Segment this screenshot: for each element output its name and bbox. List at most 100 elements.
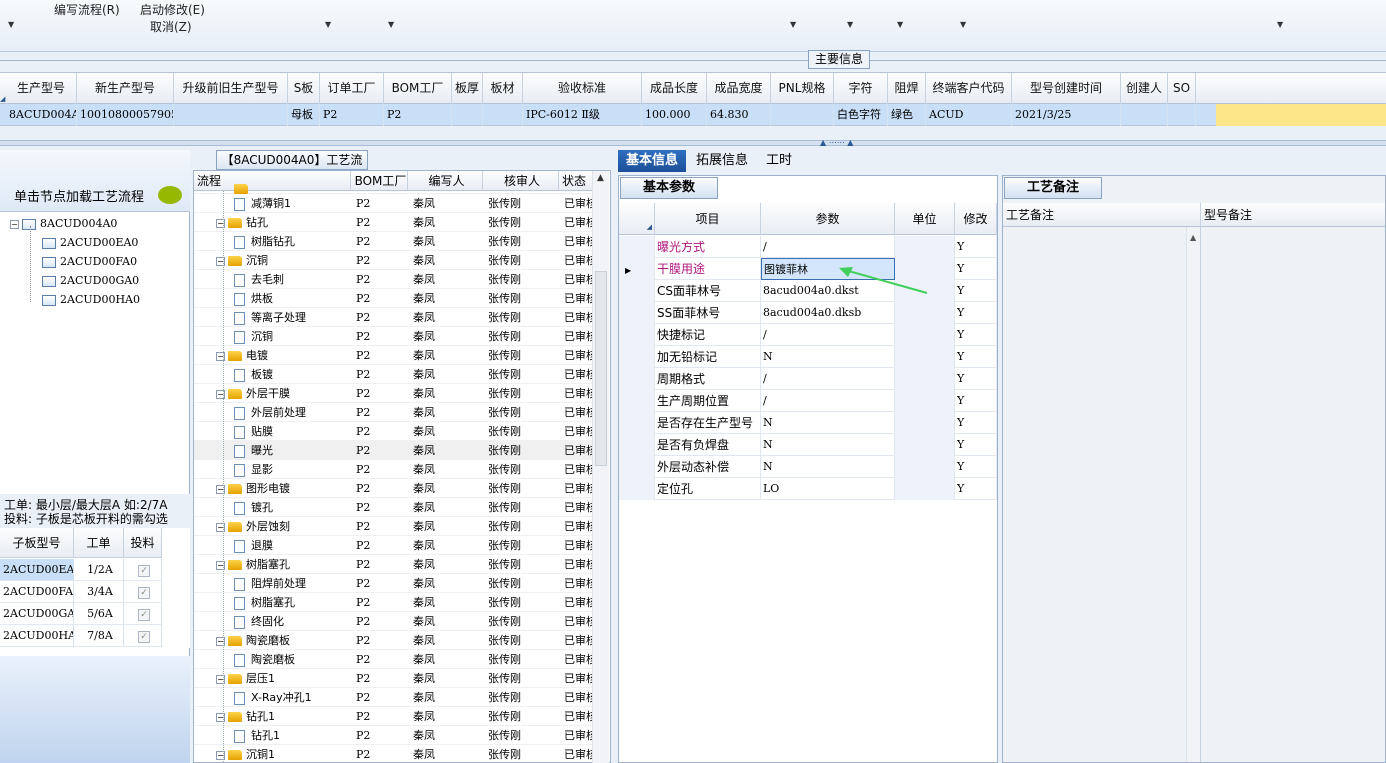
process-group-row[interactable]: − 沉铜1 P2 秦凤 张传刚 已审核 [194,745,597,762]
param-value-cell[interactable]: / [761,368,895,390]
row-selector[interactable] [619,368,655,390]
sub-model-cell[interactable]: 2ACUD00HA0 [0,625,74,647]
process-step-row[interactable]: 板镀 P2 秦凤 张传刚 已审核 [194,365,597,384]
process-group-row[interactable]: − 钻孔1 P2 秦凤 张传刚 已审核 [194,707,597,726]
splitter-grip-icon[interactable]: ▲ ⋯⋯ ▲ [820,138,853,147]
tree-node[interactable]: 2ACUD00FA0 [42,252,137,271]
process-step-row[interactable]: 树脂塞孔 P2 秦凤 张传刚 已审核 [194,593,597,612]
grid-cell[interactable]: 母板 [288,104,320,126]
dropdown-icon[interactable]: ▼ [960,20,966,29]
feed-checkbox[interactable]: ✓ [138,609,150,621]
grid-cell[interactable] [483,104,523,126]
process-scrollbar[interactable]: ▲ [592,171,609,763]
row-selector[interactable] [619,346,655,368]
grid-cell[interactable] [174,104,288,126]
sub-model-cell[interactable]: 2ACUD00GA0 [0,603,74,625]
param-row[interactable]: 是否有负焊盘 N Y [619,434,997,456]
grid-cell[interactable]: 绿色 [888,104,926,126]
dropdown-icon[interactable]: ▼ [790,20,796,29]
sub-column-header[interactable]: 投料 [124,528,162,558]
grid-cell[interactable]: 8ACUD004A0 [6,104,77,126]
column-header[interactable]: 字符 [834,73,888,104]
param-unit-cell[interactable] [895,302,955,324]
column-header[interactable]: 板厚 [452,73,483,104]
param-row[interactable]: ▶ 干膜用途 图镀菲林 Y [619,258,997,280]
sub-order-cell[interactable]: 3/4A [74,581,124,603]
collapse-icon[interactable]: − [10,219,19,229]
process-step-row[interactable]: 显影 P2 秦凤 张传刚 已审核 [194,460,597,479]
process-step-row[interactable]: 钻孔1 P2 秦凤 张传刚 已审核 [194,726,597,745]
process-group-row[interactable]: − 沉铜 P2 秦凤 张传刚 已审核 [194,251,597,270]
feed-checkbox[interactable]: ✓ [138,565,150,577]
param-value-cell[interactable]: / [761,236,895,258]
grid-cell[interactable]: 白色字符 [834,104,888,126]
sub-column-header[interactable]: 工单 [74,528,124,558]
param-unit-cell[interactable] [895,456,955,478]
process-group-row[interactable]: − 电镀 P2 秦凤 张传刚 已审核 [194,346,597,365]
row-selector[interactable] [619,390,655,412]
column-header[interactable]: BOM工厂 [384,73,452,104]
param-unit-cell[interactable] [895,412,955,434]
tab-work-hours[interactable]: 工时 [758,150,800,172]
sub-model-cell[interactable]: 2ACUD00EA0 [0,559,74,581]
column-header[interactable]: 阻焊 [888,73,926,104]
tree-node[interactable]: 2ACUD00GA0 [42,271,139,290]
grid-cell[interactable]: 64.830 [707,104,771,126]
column-header[interactable]: 验收标准 [523,73,642,104]
param-row[interactable]: 快捷标记 / Y [619,324,997,346]
column-header[interactable]: 终端客户代码 [926,73,1012,104]
param-value-cell[interactable]: N [761,412,895,434]
param-row[interactable]: 曝光方式 / Y [619,236,997,258]
tree-root-node[interactable]: − 8ACUD004A0 [10,214,117,233]
grid-cell[interactable]: P2 [384,104,452,126]
main-grid-row[interactable]: 8ACUD004A010010800057905母板P2P2IPC-6012 Ⅱ… [0,104,1386,126]
grid-cell[interactable]: 10010800057905 [77,104,174,126]
grid-cell[interactable]: ACUD [926,104,1012,126]
grid-cell[interactable]: IPC-6012 Ⅱ级 [523,104,642,126]
process-step-row[interactable]: 终固化 P2 秦凤 张传刚 已审核 [194,612,597,631]
feed-checkbox[interactable]: ✓ [138,587,150,599]
param-unit-cell[interactable] [895,390,955,412]
param-row[interactable]: 生产周期位置 / Y [619,390,997,412]
tab-extended-info[interactable]: 拓展信息 [688,150,756,172]
process-step-row[interactable]: 等离子处理 P2 秦凤 张传刚 已审核 [194,308,597,327]
process-group-row[interactable]: − 层压1 P2 秦凤 张传刚 已审核 [194,669,597,688]
param-column-header[interactable]: 项目 [655,203,761,235]
param-value-cell[interactable]: N [761,456,895,478]
sub-model-cell[interactable]: 2ACUD00FA0 [0,581,74,603]
tab-basic-params[interactable]: 基本参数 [620,177,718,199]
column-header[interactable]: 创建人 [1121,73,1168,104]
column-header[interactable]: 成品长度 [642,73,707,104]
row-selector[interactable] [619,236,655,258]
param-value-cell[interactable]: N [761,346,895,368]
tree-node[interactable]: 2ACUD00HA0 [42,290,140,309]
row-selector[interactable] [619,434,655,456]
process-step-row[interactable]: 贴膜 P2 秦凤 张传刚 已审核 [194,422,597,441]
row-selector[interactable] [619,412,655,434]
start-modify-button[interactable]: 启动修改(E) [140,1,205,18]
sub-order-cell[interactable]: 7/8A [74,625,124,647]
row-selector[interactable] [619,280,655,302]
process-step-row[interactable]: 烘板 P2 秦凤 张传刚 已审核 [194,289,597,308]
column-header[interactable]: 生产型号 [6,73,77,104]
grid-cell[interactable] [771,104,834,126]
tree-node[interactable]: 2ACUD00EA0 [42,233,138,252]
dropdown-icon[interactable]: ▼ [847,20,853,29]
dropdown-icon[interactable]: ▼ [897,20,903,29]
param-column-header[interactable]: 单位 [895,203,955,235]
splitter[interactable]: ▲ ⋯⋯ ▲ [0,138,1386,147]
param-unit-cell[interactable] [895,368,955,390]
process-group-row[interactable]: − 外层干膜 P2 秦凤 张传刚 已审核 [194,384,597,403]
param-column-header[interactable]: 修改 [955,203,997,235]
column-header[interactable]: 订单工厂 [320,73,384,104]
process-group-row[interactable]: − 钻孔 P2 秦凤 张传刚 已审核 [194,213,597,232]
dropdown-icon[interactable]: ▼ [388,20,394,29]
cancel-button[interactable]: 取消(Z) [150,18,192,35]
grid-cell[interactable]: P2 [320,104,384,126]
param-unit-cell[interactable] [895,478,955,500]
dropdown-icon[interactable]: ▼ [325,20,331,29]
row-selector[interactable] [619,478,655,500]
sub-order-cell[interactable]: 1/2A [74,559,124,581]
param-row[interactable]: CS面菲林号 8acud004a0.dkst Y [619,280,997,302]
param-row[interactable]: 周期格式 / Y [619,368,997,390]
